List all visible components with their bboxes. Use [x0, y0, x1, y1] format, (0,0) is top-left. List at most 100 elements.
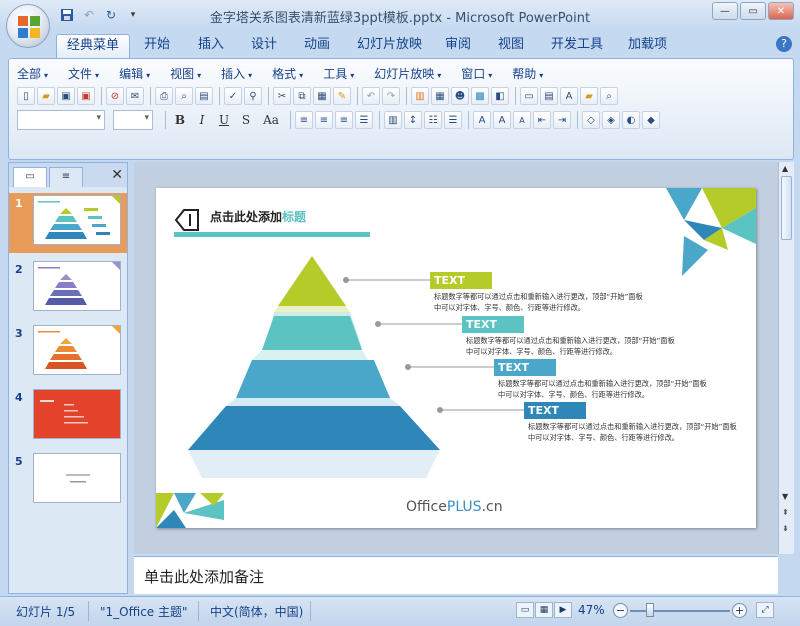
- language-indicator[interactable]: 中文(简体，中国): [210, 603, 303, 620]
- increase-indent-icon[interactable]: ⇥: [553, 111, 571, 129]
- menu-insert[interactable]: 插入 ▾: [221, 65, 252, 82]
- text-box-icon[interactable]: A: [560, 87, 578, 105]
- bullets-icon[interactable]: ☰: [444, 111, 462, 129]
- align-center-icon[interactable]: ≡: [315, 111, 333, 129]
- minimize-button[interactable]: —: [712, 2, 738, 20]
- cut-icon[interactable]: ✂: [273, 87, 291, 105]
- normal-view-icon[interactable]: ▭: [516, 602, 534, 618]
- bold-button[interactable]: B: [170, 111, 190, 129]
- menu-view[interactable]: 视图 ▾: [170, 65, 201, 82]
- slide-canvas[interactable]: 点击此处添加标题 TEXT HERE 标题数字等都可以通过点击和重新输入进行更改…: [156, 188, 756, 528]
- outline-tab[interactable]: ≡: [49, 167, 83, 187]
- scroll-down-icon[interactable]: ▼: [782, 492, 788, 501]
- copy-icon[interactable]: ⧉: [293, 87, 311, 105]
- close-panel-icon[interactable]: ✕: [111, 167, 123, 183]
- align-left-icon[interactable]: ≡: [295, 111, 313, 129]
- research-icon[interactable]: ⚲: [244, 87, 262, 105]
- decrease-indent-icon[interactable]: ⇤: [533, 111, 551, 129]
- slide-thumbnail[interactable]: 2: [9, 259, 127, 319]
- close-button[interactable]: ✕: [768, 2, 794, 20]
- line-spacing-icon[interactable]: ↕: [404, 111, 422, 129]
- pyramid-level-4[interactable]: [188, 406, 440, 450]
- maximize-button[interactable]: ▭: [740, 2, 766, 20]
- slide-layout-icon[interactable]: ▤: [540, 87, 558, 105]
- columns-icon[interactable]: ▥: [384, 111, 402, 129]
- zoom-in-icon[interactable]: +: [732, 603, 747, 618]
- slide-thumbnail[interactable]: 3: [9, 323, 127, 383]
- print-icon[interactable]: ⎙: [155, 87, 173, 105]
- slide-title[interactable]: 点击此处添加标题: [210, 208, 306, 225]
- level-description[interactable]: 标题数字等都可以通过点击和重新输入进行更改，顶部“开始”面板中可以对字体、字号、…: [498, 378, 708, 400]
- level-label[interactable]: TEXT HERE: [524, 402, 586, 419]
- font-name-combo[interactable]: [17, 110, 105, 130]
- tab-animations[interactable]: 动画: [294, 34, 340, 58]
- menu-slideshow[interactable]: 幻灯片放映 ▾: [374, 65, 441, 82]
- color-grayscale-icon[interactable]: ◧: [491, 87, 509, 105]
- shapes-icon[interactable]: ◇: [582, 111, 600, 129]
- scroll-up-icon[interactable]: ▲: [782, 164, 788, 173]
- zoom-search-icon[interactable]: ⌕: [600, 87, 618, 105]
- zoom-slider-track[interactable]: [630, 610, 730, 612]
- tab-insert[interactable]: 插入: [188, 34, 234, 58]
- insert-chart-icon[interactable]: ▥: [411, 87, 429, 105]
- align-right-icon[interactable]: ≡: [335, 111, 353, 129]
- tab-design[interactable]: 设计: [241, 34, 287, 58]
- zoom-slider-thumb[interactable]: [646, 603, 654, 617]
- pyramid-level-1[interactable]: [278, 256, 346, 306]
- format-painter-icon[interactable]: ✎: [333, 87, 351, 105]
- underline-button[interactable]: U: [214, 111, 234, 129]
- page-setup-icon[interactable]: ▤: [195, 87, 213, 105]
- numbering-icon[interactable]: ☷: [424, 111, 442, 129]
- pyramid-level-2[interactable]: [262, 316, 362, 350]
- notes-pane[interactable]: 单击此处添加备注: [134, 556, 778, 594]
- font-size-combo[interactable]: [113, 110, 153, 130]
- spelling-icon[interactable]: ✓: [224, 87, 242, 105]
- next-slide-icon[interactable]: ⇟: [782, 524, 789, 533]
- shadow-button[interactable]: S: [236, 111, 256, 129]
- paste-icon[interactable]: ▦: [313, 87, 331, 105]
- menu-format[interactable]: 格式 ▾: [272, 65, 303, 82]
- tab-slideshow[interactable]: 幻灯片放映: [347, 34, 432, 58]
- new-file-icon[interactable]: ▯: [17, 87, 35, 105]
- theme-name[interactable]: "1_Office 主题": [100, 603, 188, 620]
- arrange-icon[interactable]: ◈: [602, 111, 620, 129]
- slideshow-view-icon[interactable]: ▶: [554, 602, 572, 618]
- tab-view[interactable]: 视图: [488, 34, 534, 58]
- justify-icon[interactable]: ☰: [355, 111, 373, 129]
- tab-review[interactable]: 审阅: [435, 34, 481, 58]
- level-label[interactable]: TEXT HERE: [462, 316, 524, 333]
- open-icon[interactable]: ▰: [580, 87, 598, 105]
- office-button[interactable]: [6, 4, 50, 48]
- scroll-thumb[interactable]: [781, 176, 792, 240]
- shape-fill-icon[interactable]: ◐: [622, 111, 640, 129]
- new-slide-icon[interactable]: ▭: [520, 87, 538, 105]
- print-preview-icon[interactable]: ⌕: [175, 87, 193, 105]
- insert-picture-icon[interactable]: ▩: [471, 87, 489, 105]
- menu-help[interactable]: 帮助 ▾: [512, 65, 543, 82]
- zoom-out-icon[interactable]: −: [613, 603, 628, 618]
- level-label[interactable]: TEXT HERE: [430, 272, 492, 289]
- level-description[interactable]: 标题数字等都可以通过点击和重新输入进行更改，顶部“开始”面板中可以对字体、字号、…: [466, 335, 676, 357]
- vertical-scrollbar[interactable]: ▲ ▼ ⇞ ⇟: [778, 162, 794, 554]
- tab-addins[interactable]: 加载项: [618, 34, 677, 58]
- insert-clipart-icon[interactable]: ☻: [451, 87, 469, 105]
- font-color-icon[interactable]: A: [473, 111, 491, 129]
- help-icon[interactable]: ?: [776, 36, 792, 52]
- change-case-button[interactable]: Aa: [258, 111, 284, 129]
- zoom-level[interactable]: 47%: [578, 603, 605, 617]
- slide-sorter-icon[interactable]: ▦: [535, 602, 553, 618]
- menu-file[interactable]: 文件 ▾: [68, 65, 99, 82]
- previous-slide-icon[interactable]: ⇞: [782, 508, 789, 517]
- save-as-icon[interactable]: ▣: [77, 87, 95, 105]
- level-label[interactable]: TEXT HERE: [494, 359, 556, 376]
- redo-button-icon[interactable]: ↷: [382, 87, 400, 105]
- tab-classic-menu[interactable]: 经典菜单: [56, 34, 131, 58]
- save-file-icon[interactable]: ▣: [57, 87, 75, 105]
- tab-home[interactable]: 开始: [134, 34, 180, 58]
- open-folder-icon[interactable]: ▰: [37, 87, 55, 105]
- undo-button-icon[interactable]: ↶: [362, 87, 380, 105]
- slide-thumbnail[interactable]: 4: [9, 387, 127, 447]
- slide-thumbnail[interactable]: 1: [9, 193, 127, 253]
- grow-font-icon[interactable]: A: [493, 111, 511, 129]
- slides-tab[interactable]: ▭: [13, 167, 47, 187]
